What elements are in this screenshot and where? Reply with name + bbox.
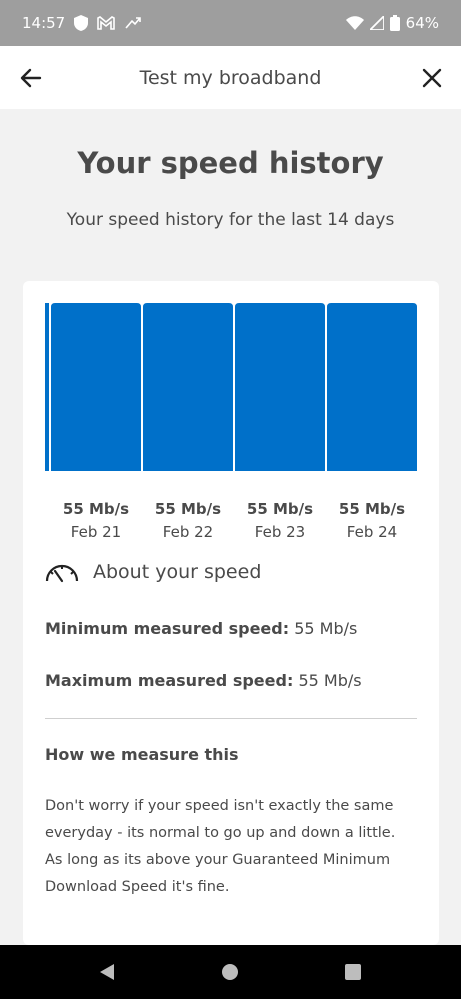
page-subtitle: Your speed history for the last 14 days <box>66 210 395 230</box>
max-speed-value: 55 Mb/s <box>298 671 362 690</box>
bar-value-label: 55 Mb/s <box>246 500 314 518</box>
nav-home-icon[interactable] <box>219 961 241 983</box>
speed-history-card: 55 Mb/s Feb 21 55 Mb/s Feb 22 55 Mb/s Feb 23 5… <box>23 281 439 945</box>
signal-icon <box>369 16 384 30</box>
how-we-measure-text: Don't worry if your speed isn't exactly … <box>45 793 420 901</box>
bar-date-label: Feb 23 <box>254 523 306 541</box>
bar-value-label: 55 Mb/s <box>62 500 130 518</box>
status-time: 14:57 <box>22 14 66 32</box>
bar-date-label: Feb 24 <box>346 523 398 541</box>
max-speed-row: Maximum measured speed: 55 Mb/s <box>45 671 362 690</box>
min-speed-label: Minimum measured speed: <box>45 619 290 638</box>
system-nav-bar <box>0 945 461 999</box>
wifi-icon <box>345 16 364 30</box>
min-speed-value: 55 Mb/s <box>294 619 358 638</box>
speed-chart[interactable]: 55 Mb/s Feb 21 55 Mb/s Feb 22 55 Mb/s Feb 23 5… <box>45 303 417 543</box>
gmail-icon <box>97 16 116 30</box>
battery-percent: 64% <box>405 14 439 32</box>
battery-icon <box>389 15 400 31</box>
how-line: As long as its above your Guaranteed Min… <box>45 852 391 868</box>
divider <box>45 718 417 719</box>
missed-call-icon <box>125 17 142 29</box>
speedometer-icon <box>45 564 79 583</box>
status-bar: 14:57 64% <box>0 0 461 46</box>
max-speed-label: Maximum measured speed: <box>45 671 294 690</box>
chart-bar-partial <box>45 303 49 471</box>
nav-recents-icon[interactable] <box>342 961 364 983</box>
how-line: everyday - its normal to go up and down … <box>45 825 396 841</box>
speed-chart-svg <box>45 303 417 471</box>
app-bar: Test my broadband <box>0 46 461 109</box>
about-title: About your speed <box>93 561 262 583</box>
bar-date-label: Feb 22 <box>162 523 214 541</box>
chart-bar[interactable] <box>235 303 325 471</box>
min-speed-row: Minimum measured speed: 55 Mb/s <box>45 619 357 638</box>
page-title: Your speed history <box>77 146 384 180</box>
bar-value-label: 55 Mb/s <box>154 500 222 518</box>
shield-icon <box>74 15 89 31</box>
chart-bar[interactable] <box>327 303 417 471</box>
app-title: Test my broadband <box>139 66 322 89</box>
back-arrow-icon[interactable] <box>18 65 44 91</box>
chart-bar[interactable] <box>143 303 233 471</box>
chart-bar[interactable] <box>51 303 141 471</box>
bar-date-label: Feb 21 <box>70 523 122 541</box>
bar-value-label: 55 Mb/s <box>338 500 406 518</box>
about-header: About your speed <box>45 561 261 583</box>
how-we-measure-title: How we measure this <box>45 745 239 764</box>
nav-back-icon[interactable] <box>96 961 118 983</box>
close-icon[interactable] <box>419 65 445 91</box>
how-line: Download Speed it's fine. <box>45 879 230 895</box>
how-line: Don't worry if your speed isn't exactly … <box>45 798 394 814</box>
